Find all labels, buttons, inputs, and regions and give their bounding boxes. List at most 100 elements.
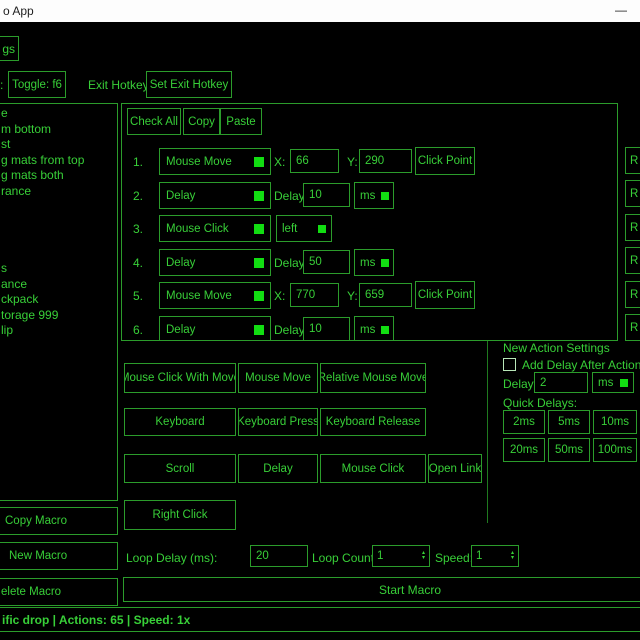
dropdown-square-icon: [381, 259, 389, 267]
action-type-dropdown[interactable]: Delay: [159, 249, 271, 276]
quick-delay-100ms-button[interactable]: 100ms: [593, 438, 637, 462]
list-item[interactable]: s: [1, 261, 117, 277]
add-keyboard-button[interactable]: Keyboard: [124, 408, 236, 436]
window-title: o App: [3, 0, 34, 22]
menu-settings-item[interactable]: gs: [0, 36, 19, 61]
spinner-arrows-icon[interactable]: ▴▾: [422, 551, 425, 561]
dropdown-square-icon: [254, 191, 264, 201]
add-scroll-button[interactable]: Scroll: [124, 454, 236, 483]
add-mouse-click-with-move-button[interactable]: Mouse Click With Move: [124, 363, 236, 393]
action-number: 1.: [133, 155, 143, 169]
new-action-delay-input[interactable]: 2: [534, 372, 588, 393]
quick-delay-50ms-button[interactable]: 50ms: [548, 438, 590, 462]
unit-label: ms: [360, 257, 375, 269]
y-input[interactable]: 290: [359, 149, 412, 173]
add-keyboard-release-button[interactable]: Keyboard Release: [320, 408, 426, 436]
quick-delay-20ms-button[interactable]: 20ms: [503, 438, 545, 462]
add-delay-button[interactable]: Delay: [238, 454, 318, 483]
unit-dropdown[interactable]: ms: [354, 316, 394, 341]
delay-input[interactable]: 10: [303, 317, 350, 341]
list-item[interactable]: ance: [1, 277, 117, 293]
click-point-button[interactable]: Click Point: [415, 281, 475, 309]
remove-action-button[interactable]: R: [625, 281, 640, 308]
action-row: 4. Delay Delay 50 ms: [122, 249, 617, 276]
loop-delay-input[interactable]: 20: [250, 545, 308, 567]
action-type-dropdown[interactable]: Mouse Move: [159, 282, 271, 309]
delay-label: Delay: [274, 189, 305, 203]
list-item[interactable]: st: [1, 137, 117, 153]
list-item[interactable]: e: [1, 106, 117, 122]
delete-macro-button[interactable]: elete Macro: [0, 578, 118, 606]
list-item[interactable]: ckpack: [1, 292, 117, 308]
action-number: 3.: [133, 222, 143, 236]
add-keyboard-press-button[interactable]: Keyboard Press: [238, 408, 318, 436]
list-item[interactable]: rance: [1, 184, 117, 200]
y-input[interactable]: 659: [359, 283, 412, 307]
remove-action-button[interactable]: R: [625, 180, 640, 207]
remove-action-button[interactable]: R: [625, 147, 640, 174]
quick-delay-10ms-button[interactable]: 10ms: [593, 410, 637, 434]
action-row: 1. Mouse Move X: 66 Y: 290 Click Point: [122, 148, 617, 175]
list-item[interactable]: g mats both: [1, 168, 117, 184]
list-item[interactable]: lip: [1, 323, 117, 339]
action-type-dropdown[interactable]: Delay: [159, 182, 271, 209]
check-all-button[interactable]: Check All: [127, 108, 181, 135]
speed-spinner[interactable]: 1 ▴▾: [471, 545, 519, 567]
dropdown-square-icon: [254, 325, 264, 335]
list-item[interactable]: m bottom: [1, 122, 117, 138]
click-point-button[interactable]: Click Point: [415, 147, 475, 175]
action-type-dropdown[interactable]: Mouse Move: [159, 148, 271, 175]
dropdown-square-icon: [318, 225, 326, 233]
new-action-unit-dropdown[interactable]: ms: [592, 372, 634, 393]
copy-button[interactable]: Copy: [183, 108, 220, 135]
add-delay-after-action-checkbox[interactable]: [503, 358, 516, 371]
x-label: X:: [274, 155, 285, 169]
status-bar: ific drop | Actions: 65 | Speed: 1x: [0, 607, 640, 632]
action-type-dropdown[interactable]: Delay: [159, 316, 271, 341]
action-type-dropdown[interactable]: Mouse Click: [159, 215, 271, 242]
list-item[interactable]: g mats from top: [1, 153, 117, 169]
action-type-label: Delay: [166, 257, 195, 269]
new-macro-button[interactable]: New Macro: [0, 542, 118, 570]
list-item[interactable]: [1, 230, 117, 246]
add-relative-mouse-move-button[interactable]: Relative Mouse Move: [320, 363, 426, 393]
add-right-click-button[interactable]: Right Click: [124, 500, 236, 530]
delay-input[interactable]: 10: [303, 183, 350, 207]
loop-count-spinner[interactable]: 1 ▴▾: [372, 545, 430, 567]
add-open-link-button[interactable]: Open Link: [428, 454, 482, 483]
macro-list-items: e m bottom st g mats from top g mats bot…: [0, 104, 117, 339]
mouse-button-label: left: [282, 223, 297, 235]
list-item[interactable]: [1, 246, 117, 262]
list-item[interactable]: [1, 215, 117, 231]
unit-dropdown[interactable]: ms: [354, 182, 394, 209]
x-input[interactable]: 66: [290, 149, 339, 173]
mouse-button-dropdown[interactable]: left: [276, 215, 332, 242]
list-item[interactable]: torage 999: [1, 308, 117, 324]
toggle-hotkey-button[interactable]: Toggle: f6: [8, 71, 66, 98]
action-type-label: Delay: [166, 190, 195, 202]
copy-macro-button[interactable]: Copy Macro: [0, 507, 118, 535]
loop-delay-label: Loop Delay (ms):: [126, 551, 217, 565]
set-exit-hotkey-button[interactable]: Set Exit Hotkey: [146, 71, 232, 98]
delay-input[interactable]: 50: [303, 250, 350, 274]
quick-delay-5ms-button[interactable]: 5ms: [548, 410, 590, 434]
remove-action-button[interactable]: R: [625, 314, 640, 341]
macro-list[interactable]: e m bottom st g mats from top g mats bot…: [0, 103, 118, 501]
add-mouse-click-button[interactable]: Mouse Click: [320, 454, 426, 483]
unit-dropdown[interactable]: ms: [354, 249, 394, 276]
unit-label: ms: [360, 190, 375, 202]
new-action-delay-label: Delay:: [503, 377, 537, 391]
minimize-icon[interactable]: —: [603, 0, 639, 22]
start-macro-button[interactable]: Start Macro: [123, 577, 640, 602]
quick-delay-2ms-button[interactable]: 2ms: [503, 410, 545, 434]
paste-button[interactable]: Paste: [220, 108, 262, 135]
dropdown-square-icon: [254, 291, 264, 301]
spinner-arrows-icon[interactable]: ▴▾: [511, 551, 514, 561]
list-item[interactable]: [1, 199, 117, 215]
x-input[interactable]: 770: [290, 283, 339, 307]
exit-hotkey-label: Exit Hotkey:: [88, 78, 152, 92]
y-label: Y:: [347, 155, 358, 169]
remove-action-button[interactable]: R: [625, 247, 640, 274]
remove-action-button[interactable]: R: [625, 214, 640, 241]
add-mouse-move-button[interactable]: Mouse Move: [238, 363, 318, 393]
